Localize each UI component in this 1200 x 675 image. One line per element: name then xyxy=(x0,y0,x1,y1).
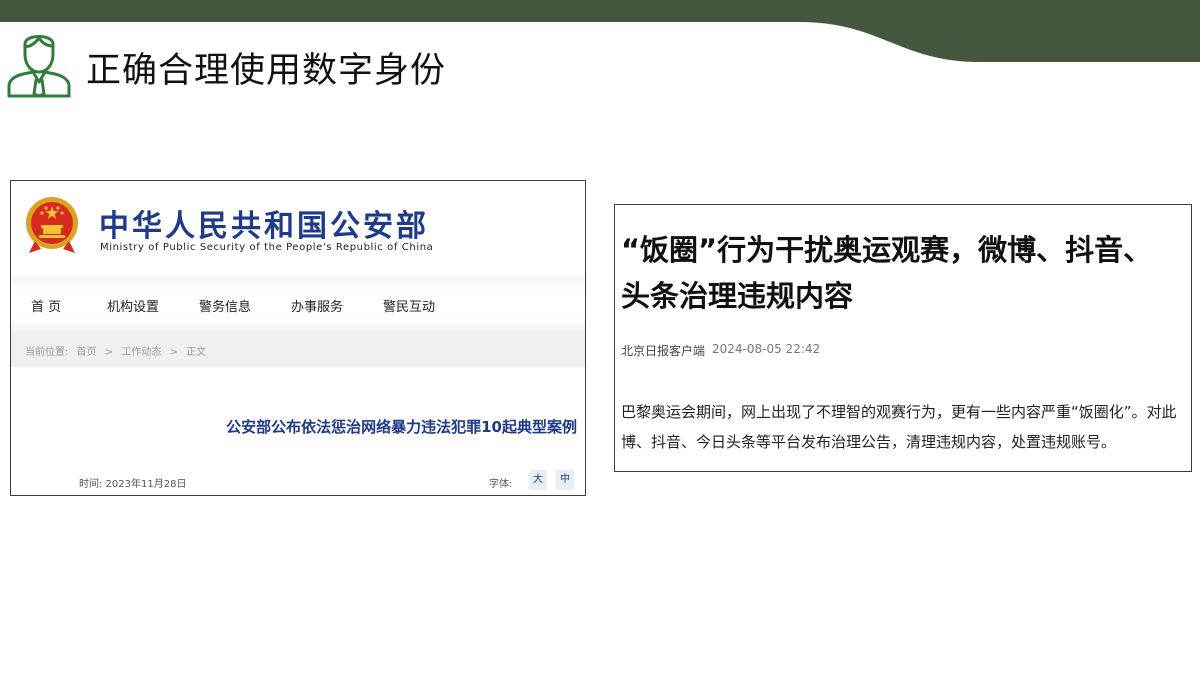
nav-police-info[interactable]: 警务信息 xyxy=(199,296,251,315)
mps-brand-bar: 中华人民共和国公安部 Ministry of Public Security o… xyxy=(11,181,585,271)
news-body: 巴黎奥运会期间，网上出现了不理智的观赛行为，更有一些内容严重“饭圈化”。对此 博… xyxy=(621,397,1191,457)
breadcrumb-current: 正文 xyxy=(186,347,207,358)
nav-services[interactable]: 办事服务 xyxy=(291,296,343,315)
breadcrumb-work-news[interactable]: 工作动态 xyxy=(121,347,161,358)
news-body-line1: 巴黎奥运会期间，网上出现了不理智的观赛行为，更有一些内容严重“饭圈化”。对此 xyxy=(621,403,1177,421)
mps-site-name-en: Ministry of Public Security of the Peopl… xyxy=(100,242,434,253)
news-body-line2: 博、抖音、今日头条等平台发布治理公告，清理违规内容，处置违规账号。 xyxy=(621,433,1117,451)
breadcrumb-separator: > xyxy=(169,347,178,358)
person-tie-icon xyxy=(7,35,71,98)
breadcrumb: 当前位置: 首页 > 工作动态 > 正文 xyxy=(25,343,211,358)
breadcrumb-home[interactable]: 首页 xyxy=(77,347,97,358)
national-emblem-icon xyxy=(26,197,78,253)
news-source: 北京日报客户端 xyxy=(621,344,706,358)
news-headline: “饭圈”行为干扰奥运观赛，微博、抖音、 头条治理违规内容 xyxy=(621,227,1191,319)
nav-home[interactable]: 首 页 xyxy=(31,296,61,315)
font-medium-button[interactable]: 中 xyxy=(556,470,574,490)
font-large-button[interactable]: 大 xyxy=(529,470,547,490)
breadcrumb-separator: > xyxy=(104,347,114,358)
slide-title: 正确合理使用数字身份 xyxy=(86,51,447,91)
font-size-label: 字体: xyxy=(489,479,513,490)
nav-interaction[interactable]: 警民互动 xyxy=(383,296,435,315)
article-title[interactable]: 公安部公布依法惩治网络暴力违法犯罪10起典型案例 xyxy=(226,416,577,437)
breadcrumb-prefix: 当前位置: xyxy=(25,347,69,358)
breadcrumb-bar: 当前位置: 首页 > 工作动态 > 正文 xyxy=(11,331,585,367)
article-time: 时间: 2023年11月28日 xyxy=(79,479,187,490)
news-timestamp: 2024-08-05 22:42 xyxy=(712,342,821,356)
news-article-screenshot: “饭圈”行为干扰奥运观赛，微博、抖音、 头条治理违规内容 北京日报客户端 202… xyxy=(614,204,1192,472)
mps-site-name: 中华人民共和国公安部 xyxy=(99,209,429,244)
mps-website-screenshot: 中华人民共和国公安部 Ministry of Public Security o… xyxy=(10,180,586,496)
nav-organization[interactable]: 机构设置 xyxy=(107,296,159,315)
slide-header: 正确合理使用数字身份 xyxy=(0,28,640,98)
news-headline-line1: “饭圈”行为干扰奥运观赛，微博、抖音、 xyxy=(621,233,1153,267)
news-headline-line2: 头条治理违规内容 xyxy=(621,279,854,313)
mps-nav-bar: 首 页 机构设置 警务信息 办事服务 警民互动 xyxy=(11,277,585,331)
